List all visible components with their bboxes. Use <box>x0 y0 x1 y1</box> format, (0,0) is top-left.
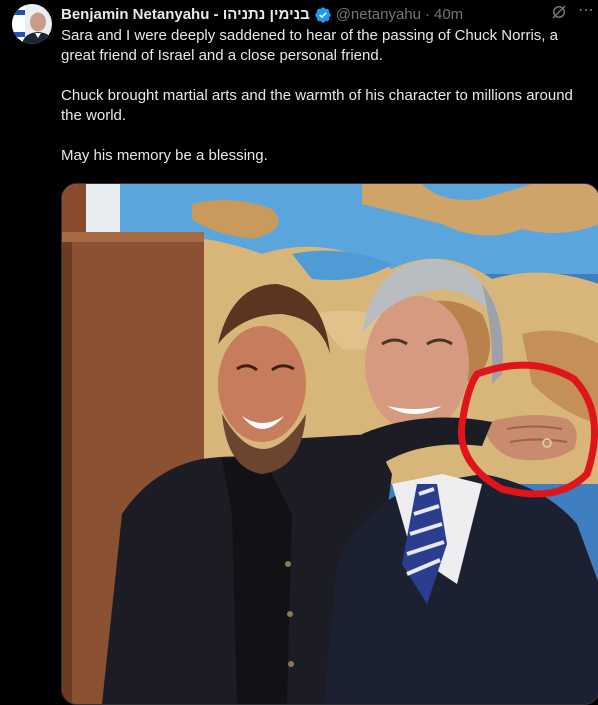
tweet-paragraph-1: Sara and I were deeply saddened to hear … <box>61 27 558 64</box>
tweet-header: Benjamin Netanyahu - בנימין נתניהו @neta… <box>61 5 588 25</box>
avatar[interactable] <box>12 4 52 44</box>
author-name[interactable]: Benjamin Netanyahu - בנימין נתניהו <box>61 5 310 25</box>
avatar-photo <box>12 4 52 44</box>
photo-image <box>62 184 598 704</box>
tweet-text: Sara and I were deeply saddened to hear … <box>61 26 590 186</box>
author-handle[interactable]: @netanyahu <box>336 5 421 25</box>
more-options-icon[interactable]: ⋯ <box>578 2 596 20</box>
verified-badge-icon <box>314 6 332 24</box>
grok-icon[interactable] <box>550 3 568 21</box>
tweet-media-photo[interactable] <box>61 183 598 705</box>
separator-dot: · <box>425 6 430 23</box>
tweet-paragraph-2: Chuck brought martial arts and the warmt… <box>61 87 573 124</box>
timestamp[interactable]: 40m <box>434 5 463 25</box>
tweet-paragraph-3: May his memory be a blessing. <box>61 147 268 164</box>
